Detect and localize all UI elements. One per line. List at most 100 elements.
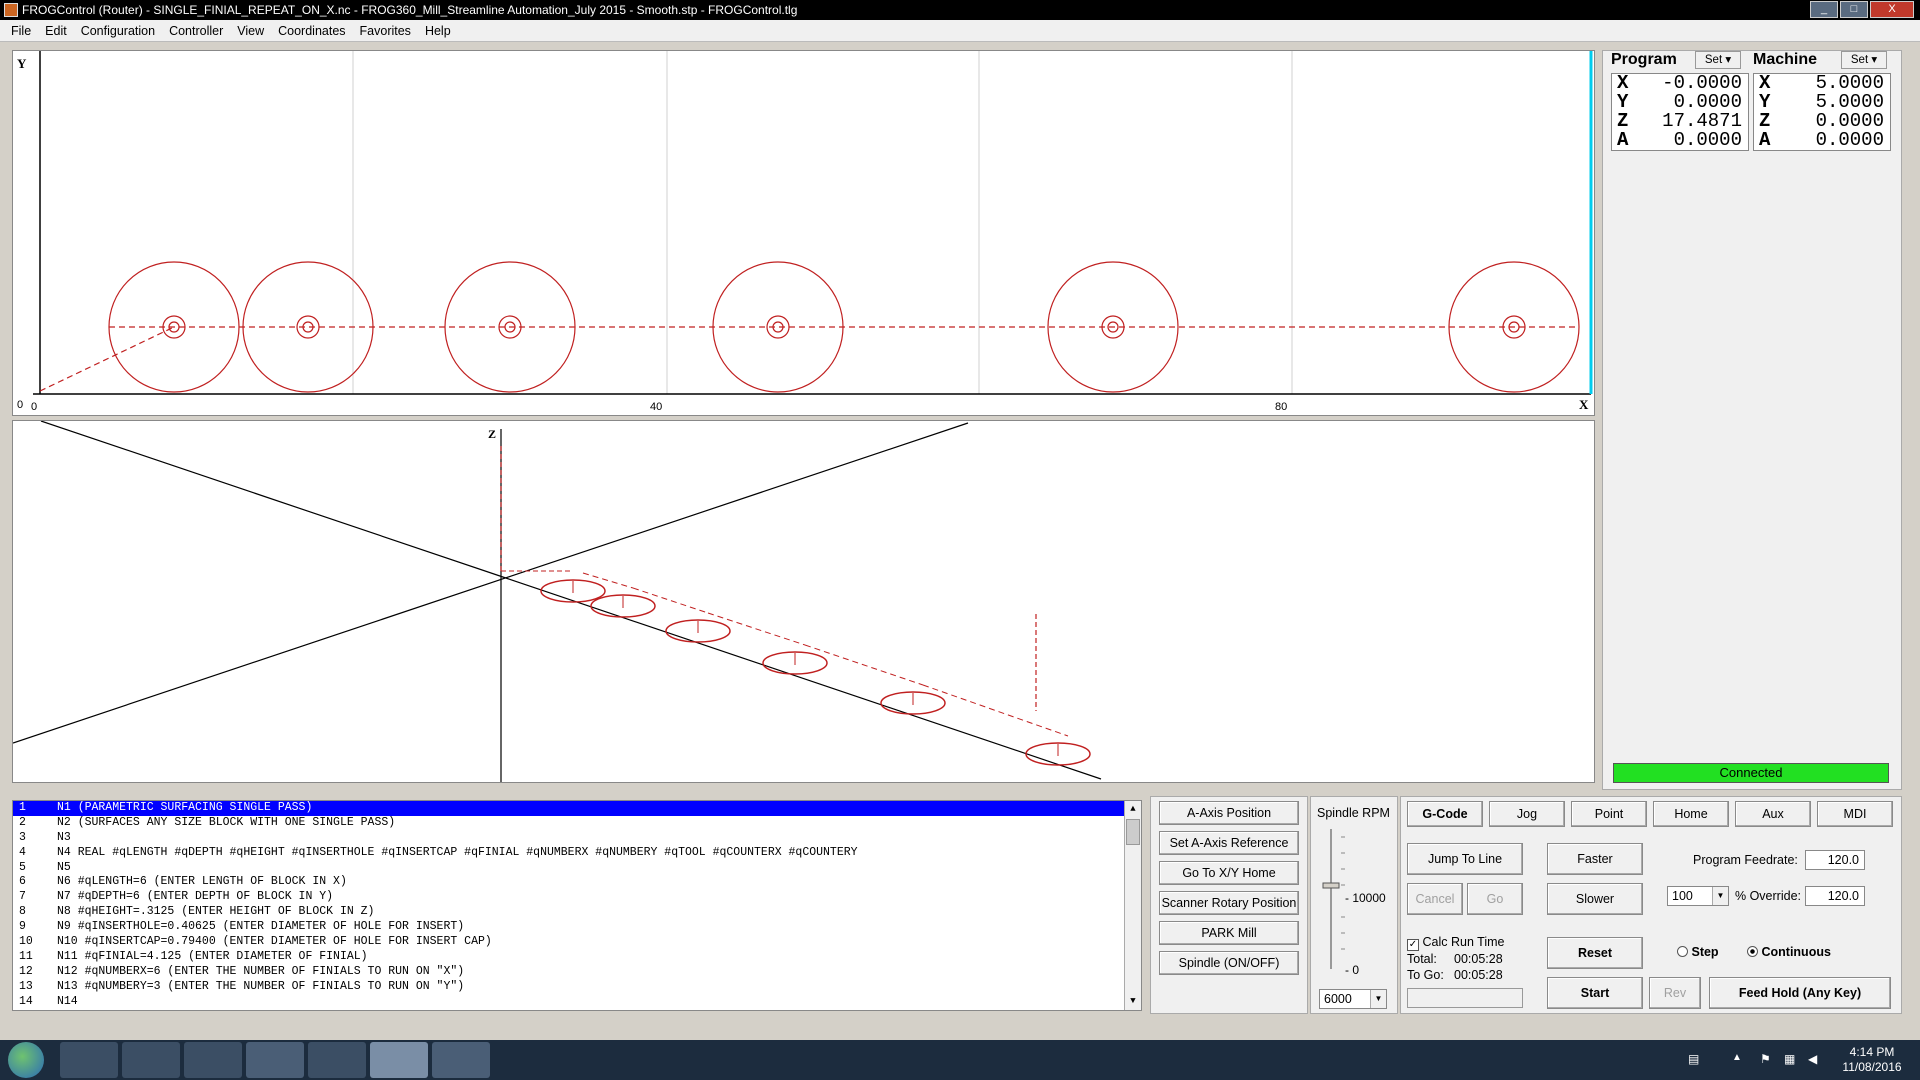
gcode-line[interactable]: 7 N7 #qDEPTH=6 (ENTER DEPTH OF BLOCK IN Y…	[13, 890, 1141, 905]
gcode-line[interactable]: 13 N13 #qNUMBERY=3 (ENTER THE NUMBER OF F…	[13, 980, 1141, 995]
gcode-scrollbar[interactable]: ▲ ▼	[1124, 801, 1141, 1010]
program-set-button[interactable]: Set ▾	[1695, 51, 1741, 69]
gcode-line-text: N2 (SURFACES ANY SIZE BLOCK WITH ONE SIN…	[57, 815, 396, 829]
gcode-line-text: N3	[57, 830, 71, 844]
calculator-icon[interactable]	[246, 1042, 304, 1078]
gcode-line[interactable]: 1 N1 (PARAMETRIC SURFACING SINGLE PASS)	[13, 801, 1141, 816]
menu-coordinates[interactable]: Coordinates	[271, 20, 352, 41]
calc-run-time-checkbox[interactable]: ✓ Calc Run Time	[1407, 935, 1504, 951]
gcode-line[interactable]: 8 N8 #qHEIGHT=.3125 (ENTER HEIGHT OF BLOC…	[13, 905, 1141, 920]
xy-toolpath-view[interactable]: Y X 0 0 40 80	[12, 50, 1595, 416]
tab-aux[interactable]: Aux	[1735, 801, 1811, 827]
tab-mdi[interactable]: MDI	[1817, 801, 1893, 827]
override-select[interactable]: 100 ▼	[1667, 886, 1729, 906]
frogcontrol-app-icon[interactable]	[370, 1042, 428, 1078]
gcode-line[interactable]: 2 N2 (SURFACES ANY SIZE BLOCK WITH ONE SI…	[13, 816, 1141, 831]
file-explorer-icon[interactable]	[60, 1042, 118, 1078]
maximize-button[interactable]: □	[1840, 1, 1868, 18]
radio-checked-icon[interactable]	[1747, 946, 1758, 957]
rev-button[interactable]: Rev	[1649, 977, 1701, 1009]
minimize-button[interactable]: _	[1810, 1, 1838, 18]
gcode-line-number: 6	[19, 875, 26, 889]
menu-configuration[interactable]: Configuration	[74, 20, 162, 41]
gcode-lines: 1 N1 (PARAMETRIC SURFACING SINGLE PASS) 2 N…	[13, 801, 1141, 1009]
tab-jog[interactable]: Jog	[1489, 801, 1565, 827]
scroll-down-icon[interactable]: ▼	[1125, 993, 1141, 1010]
gcode-line[interactable]: 9 N9 #qINSERTHOLE=0.40625 (ENTER DIAMETER…	[13, 920, 1141, 935]
gcode-listing[interactable]: 1 N1 (PARAMETRIC SURFACING SINGLE PASS) 2 N…	[12, 800, 1142, 1011]
total-label: Total:	[1407, 952, 1437, 966]
gcode-line[interactable]: 5 N5	[13, 861, 1141, 876]
gcode-line[interactable]: 14 N14	[13, 995, 1141, 1010]
step-radio[interactable]: Step	[1677, 945, 1719, 959]
origin-y-label: 0	[17, 399, 23, 411]
speaker-icon[interactable]: ◀	[1808, 1052, 1817, 1066]
spindle-toggle-button[interactable]: Spindle (ON/OFF)	[1159, 951, 1299, 975]
flag-icon[interactable]: ⚑	[1760, 1052, 1771, 1066]
tab-gcode[interactable]: G-Code	[1407, 801, 1483, 827]
a-axis-position-button[interactable]: A-Axis Position	[1159, 801, 1299, 825]
program-a-row: A 0.0000	[1617, 129, 1742, 151]
start-button-icon[interactable]	[8, 1042, 44, 1078]
gcode-line-number: 3	[19, 830, 26, 844]
menu-view[interactable]: View	[230, 20, 271, 41]
chevron-down-icon[interactable]: ▼	[1370, 990, 1386, 1008]
isometric-toolpath-view[interactable]: Z	[12, 420, 1595, 783]
internet-explorer-icon[interactable]	[122, 1042, 180, 1078]
paint-tool-icon[interactable]	[308, 1042, 366, 1078]
scroll-up-icon[interactable]: ▲	[1125, 801, 1141, 818]
program-heading: Program	[1611, 51, 1677, 68]
slower-button[interactable]: Slower	[1547, 883, 1643, 915]
aux-button-group: A-Axis Position Set A-Axis Reference Go …	[1150, 796, 1308, 1014]
tab-home[interactable]: Home	[1653, 801, 1729, 827]
park-mill-button[interactable]: PARK Mill	[1159, 921, 1299, 945]
program-position-box: X -0.0000 Y 0.0000 Z 17.4871 A 0.0000	[1611, 73, 1749, 151]
gcode-line-number: 9	[19, 920, 26, 934]
gcode-line[interactable]: 10 N10 #qINSERTCAP=0.79400 (ENTER DIAMETE…	[13, 935, 1141, 950]
start-button[interactable]: Start	[1547, 977, 1643, 1009]
network-icon[interactable]: ▤	[1688, 1052, 1699, 1066]
system-tray: ▤ ▲ ⚑ ▦ ◀ 4:14 PM 11/08/2016	[1660, 1040, 1920, 1080]
gcode-line-text: N4 REAL #qLENGTH #qDEPTH #qHEIGHT #qINSE…	[57, 845, 858, 859]
close-button[interactable]: X	[1870, 1, 1914, 18]
cancel-button[interactable]: Cancel	[1407, 883, 1463, 915]
go-button[interactable]: Go	[1467, 883, 1523, 915]
gcode-line[interactable]: 4 N4 REAL #qLENGTH #qDEPTH #qHEIGHT #qINS…	[13, 846, 1141, 861]
faster-button[interactable]: Faster	[1547, 843, 1643, 875]
menu-file[interactable]: File	[4, 20, 38, 41]
app-icon	[4, 3, 18, 17]
menu-edit[interactable]: Edit	[38, 20, 74, 41]
network-status-icon[interactable]: ▦	[1784, 1052, 1795, 1066]
notes-app-icon[interactable]	[432, 1042, 490, 1078]
continuous-radio[interactable]: Continuous	[1747, 945, 1831, 959]
machine-a-row: A 0.0000	[1759, 129, 1884, 151]
menu-controller[interactable]: Controller	[162, 20, 230, 41]
clock[interactable]: 4:14 PM 11/08/2016	[1832, 1045, 1912, 1075]
spindle-rpm-select[interactable]: 6000 ▼	[1319, 989, 1387, 1009]
menu-favorites[interactable]: Favorites	[353, 20, 418, 41]
feed-hold-button[interactable]: Feed Hold (Any Key)	[1709, 977, 1891, 1009]
radio-unchecked-icon[interactable]	[1677, 946, 1688, 957]
gcode-line[interactable]: 11 N11 #qFINIAL=4.125 (ENTER DIAMETER OF …	[13, 950, 1141, 965]
gcode-line-text: N6 #qLENGTH=6 (ENTER LENGTH OF BLOCK IN …	[57, 875, 347, 889]
override-value-field[interactable]: 120.0	[1805, 886, 1865, 906]
show-hidden-icons[interactable]: ▲	[1732, 1052, 1742, 1063]
menu-help[interactable]: Help	[418, 20, 458, 41]
gcode-line[interactable]: 12 N12 #qNUMBERX=6 (ENTER THE NUMBER OF F…	[13, 965, 1141, 980]
checkbox-checked-icon[interactable]: ✓	[1407, 939, 1419, 951]
scroll-thumb[interactable]	[1126, 819, 1140, 845]
machine-set-button[interactable]: Set ▾	[1841, 51, 1887, 69]
set-a-axis-reference-button[interactable]: Set A-Axis Reference	[1159, 831, 1299, 855]
gcode-line[interactable]: 3 N3	[13, 831, 1141, 846]
chevron-down-icon[interactable]: ▼	[1712, 887, 1728, 905]
tab-point[interactable]: Point	[1571, 801, 1647, 827]
jump-to-line-button[interactable]: Jump To Line	[1407, 843, 1523, 875]
go-to-xy-home-button[interactable]: Go To X/Y Home	[1159, 861, 1299, 885]
media-player-icon[interactable]	[184, 1042, 242, 1078]
origin-x-label: 0	[31, 401, 37, 413]
program-feedrate-field[interactable]: 120.0	[1805, 850, 1865, 870]
spindle-group: Spindle RPM - 10000 - 0 6000 ▼	[1310, 796, 1398, 1014]
scanner-rotary-position-button[interactable]: Scanner Rotary Position	[1159, 891, 1299, 915]
reset-button[interactable]: Reset	[1547, 937, 1643, 969]
gcode-line[interactable]: 6 N6 #qLENGTH=6 (ENTER LENGTH OF BLOCK IN…	[13, 875, 1141, 890]
